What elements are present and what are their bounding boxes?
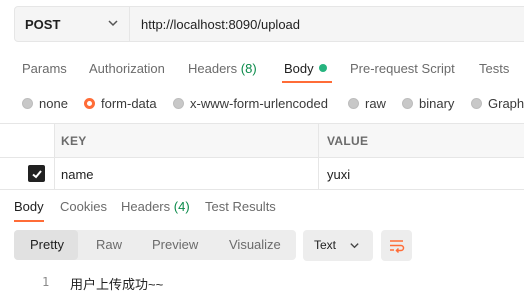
format-pretty-button[interactable]: Pretty bbox=[30, 237, 64, 252]
key-column-header: KEY bbox=[61, 134, 87, 148]
radio-none[interactable]: none bbox=[22, 96, 68, 111]
body-indicator-dot bbox=[318, 64, 327, 72]
value-column-header: VALUE bbox=[327, 134, 369, 148]
request-bar: POST http://localhost:8090/upload bbox=[14, 6, 524, 42]
response-type-label: Text bbox=[314, 238, 337, 252]
radio-raw-label: raw bbox=[365, 96, 386, 111]
tab-body[interactable]: Body bbox=[284, 61, 327, 76]
checkmark-icon bbox=[31, 169, 42, 178]
radio-form-data-circle bbox=[84, 98, 95, 109]
radio-none-circle bbox=[22, 98, 33, 109]
row-enabled-checkbox[interactable] bbox=[28, 165, 45, 182]
tab-authorization[interactable]: Authorization bbox=[89, 61, 165, 76]
table-header bbox=[54, 124, 524, 157]
radio-urlencoded-circle bbox=[173, 98, 184, 109]
tab-headers-count: (8) bbox=[240, 61, 257, 76]
format-raw-button[interactable]: Raw bbox=[96, 237, 122, 252]
method-label: POST bbox=[25, 17, 61, 32]
url-input[interactable]: http://localhost:8090/upload bbox=[141, 17, 300, 32]
format-visualize-button[interactable]: Visualize bbox=[229, 237, 281, 252]
response-tab-cookies[interactable]: Cookies bbox=[60, 199, 107, 214]
radio-urlencoded[interactable]: x-www-form-urlencoded bbox=[173, 96, 328, 111]
response-tab-test-results[interactable]: Test Results bbox=[205, 199, 276, 214]
radio-binary[interactable]: binary bbox=[402, 96, 454, 111]
active-tab-underline bbox=[282, 81, 332, 83]
radio-urlencoded-label: x-www-form-urlencoded bbox=[190, 96, 328, 111]
tab-params[interactable]: Params bbox=[22, 61, 67, 76]
radio-graphql[interactable]: GraphQL bbox=[471, 96, 524, 111]
radio-none-label: none bbox=[39, 96, 68, 111]
method-select[interactable]: POST bbox=[15, 7, 130, 41]
row-key-cell[interactable]: name bbox=[61, 167, 94, 182]
radio-form-data-label: form-data bbox=[101, 96, 157, 111]
response-tab-headers[interactable]: Headers (4) bbox=[121, 199, 190, 214]
tab-pre-request-script[interactable]: Pre-request Script bbox=[350, 61, 455, 76]
tab-headers-label: Headers bbox=[188, 61, 238, 76]
tab-headers[interactable]: Headers (8) bbox=[188, 61, 257, 76]
row-value-cell[interactable]: yuxi bbox=[327, 167, 350, 182]
response-tab-headers-count: (4) bbox=[173, 199, 190, 214]
wrap-lines-icon bbox=[390, 240, 405, 254]
response-active-tab-underline bbox=[14, 220, 44, 222]
row-divider bbox=[0, 157, 524, 158]
row-divider bbox=[0, 189, 524, 190]
radio-binary-circle bbox=[402, 98, 413, 109]
radio-graphql-circle bbox=[471, 98, 482, 109]
radio-graphql-label: GraphQL bbox=[488, 96, 524, 111]
line-number: 1 bbox=[42, 275, 50, 289]
tab-body-label: Body bbox=[284, 61, 314, 76]
chevron-down-icon bbox=[108, 20, 118, 27]
radio-raw-circle bbox=[348, 98, 359, 109]
radio-form-data[interactable]: form-data bbox=[84, 96, 157, 111]
chevron-down-icon bbox=[350, 243, 359, 249]
format-preview-button[interactable]: Preview bbox=[152, 237, 198, 252]
response-tab-body[interactable]: Body bbox=[14, 199, 44, 214]
response-tab-headers-label: Headers bbox=[121, 199, 171, 214]
tab-tests[interactable]: Tests bbox=[479, 61, 509, 76]
radio-binary-label: binary bbox=[419, 96, 455, 111]
response-body-text: 用户上传成功~~ bbox=[70, 277, 164, 292]
radio-raw[interactable]: raw bbox=[348, 96, 386, 111]
